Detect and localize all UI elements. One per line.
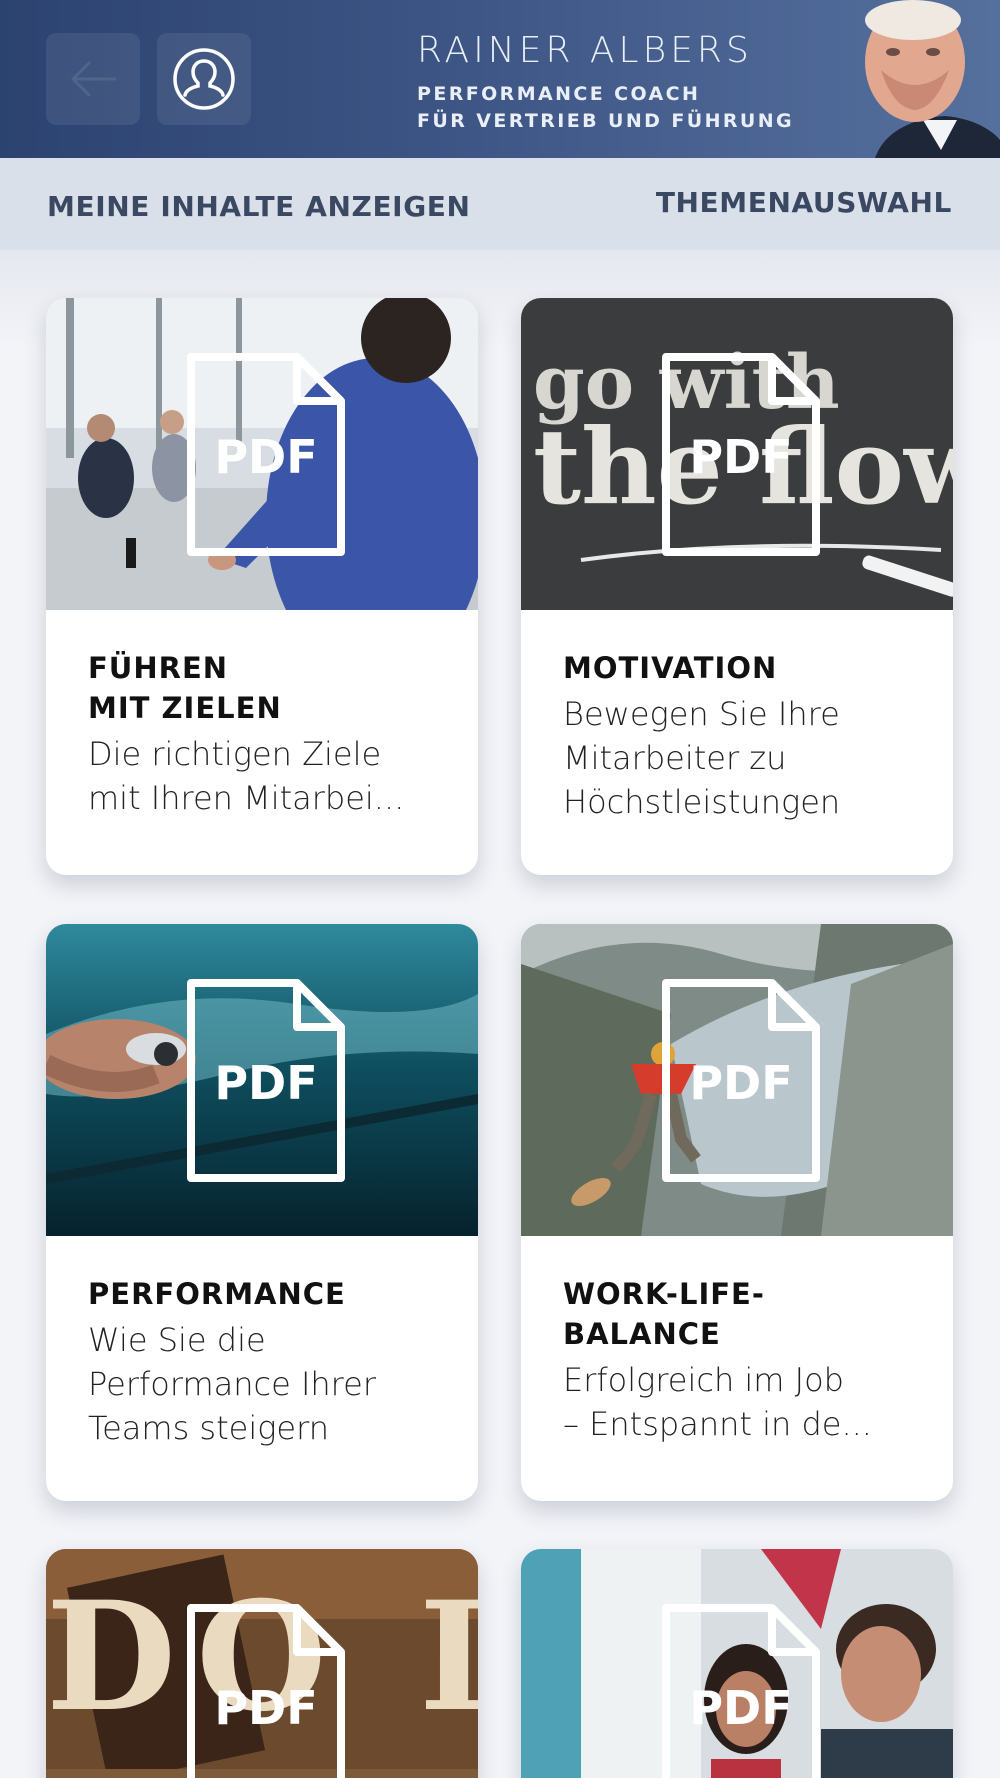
card-description-line: Performance Ihrer: [88, 1365, 376, 1403]
profile-button[interactable]: [157, 33, 251, 125]
pdf-icon: PDF: [187, 1604, 345, 1778]
topic-selection-link[interactable]: THEMENAUSWAHL: [656, 186, 952, 219]
content-card[interactable]: DO IT PDF: [46, 1549, 478, 1778]
sub-navigation: MEINE INHALTE ANZEIGEN THEMENAUSWAHL: [0, 158, 1000, 250]
pdf-icon: PDF: [187, 979, 345, 1182]
content-card[interactable]: PDF FÜHREN MIT ZIELEN Die richtigen Ziel…: [46, 298, 478, 875]
content-card[interactable]: PDF: [521, 1549, 953, 1778]
card-thumbnail: DO IT PDF: [46, 1549, 478, 1778]
card-title: FÜHREN MIT ZIELEN: [88, 651, 282, 725]
card-thumbnail: PDF: [521, 924, 953, 1236]
svg-text:PDF: PDF: [214, 1681, 317, 1735]
brand-subtitle-2: FÜR VERTRIEB UND FÜHRUNG: [417, 110, 795, 132]
brand-block: RAINER ALBERS PERFORMANCE COACH FÜR VERT…: [417, 30, 794, 135]
app-header: RAINER ALBERS PERFORMANCE COACH FÜR VERT…: [0, 0, 1000, 158]
pdf-icon: PDF: [662, 979, 820, 1182]
content-card[interactable]: go with the flow PDF MOTIVATION Bewegen …: [521, 298, 953, 875]
pdf-icon: PDF: [662, 1604, 820, 1778]
brand-subtitle-1: PERFORMANCE COACH: [417, 83, 701, 105]
pdf-icon: PDF: [187, 353, 345, 556]
svg-text:PDF: PDF: [689, 1681, 792, 1735]
my-content-link[interactable]: MEINE INHALTE ANZEIGEN: [47, 190, 471, 223]
card-description-line: mit Ihren Mitarbei...: [88, 779, 405, 817]
svg-text:PDF: PDF: [214, 1056, 317, 1110]
card-description-line: Erfolgreich im Job: [563, 1361, 844, 1399]
arrow-left-icon: [71, 61, 117, 97]
svg-text:PDF: PDF: [214, 430, 317, 484]
card-thumbnail: PDF: [46, 298, 478, 610]
card-description-line: Mitarbeiter zu: [563, 739, 787, 777]
card-description-line: Bewegen Sie Ihre: [563, 695, 840, 733]
brand-name: RAINER ALBERS: [417, 30, 753, 71]
card-title: PERFORMANCE: [88, 1277, 346, 1311]
coach-portrait: [865, 0, 1000, 158]
card-title: MOTIVATION: [563, 651, 778, 685]
card-thumbnail: go with the flow PDF: [521, 298, 953, 610]
back-button[interactable]: [46, 33, 140, 125]
card-thumbnail: PDF: [521, 1549, 953, 1778]
content-card[interactable]: PDF WORK-LIFE- BALANCE Erfolgreich im Jo…: [521, 924, 953, 1501]
card-title: WORK-LIFE- BALANCE: [563, 1277, 765, 1351]
card-thumbnail: PDF: [46, 924, 478, 1236]
card-description-line: Teams steigern: [88, 1409, 329, 1447]
user-profile-icon: [173, 48, 235, 110]
svg-text:PDF: PDF: [689, 1056, 792, 1110]
pdf-icon: PDF: [662, 353, 820, 556]
svg-text:PDF: PDF: [689, 430, 792, 484]
card-description-line: Die richtigen Ziele: [88, 735, 382, 773]
content-card[interactable]: PDF PERFORMANCE Wie Sie die Performance …: [46, 924, 478, 1501]
card-description-line: Wie Sie die: [88, 1321, 266, 1359]
card-description-line: Höchstleistungen: [563, 783, 841, 821]
card-description-line: – Entspannt in de...: [563, 1405, 872, 1443]
